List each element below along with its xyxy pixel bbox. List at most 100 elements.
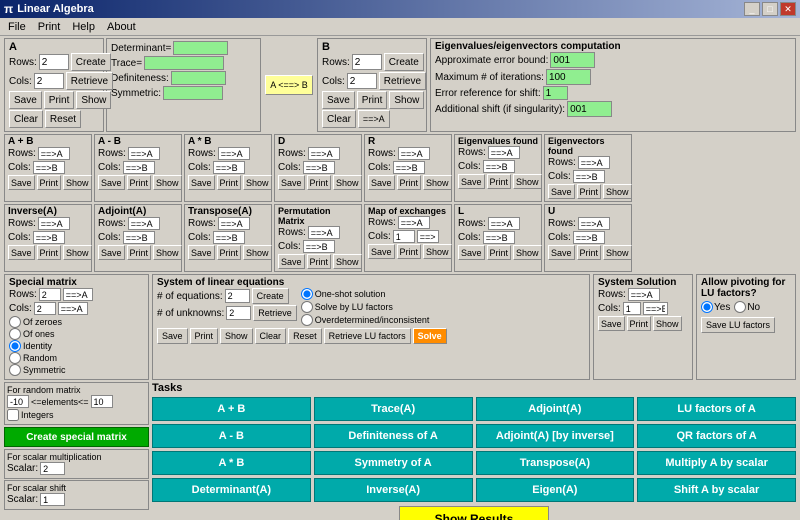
- print-eigvec[interactable]: Print: [577, 184, 602, 199]
- radio-identity[interactable]: [9, 340, 21, 352]
- minimize-button[interactable]: _: [744, 2, 760, 16]
- save-sys[interactable]: Save: [157, 328, 188, 344]
- task-symmetry[interactable]: Symmetry of A: [314, 451, 473, 475]
- eigvec-cols[interactable]: [573, 170, 605, 183]
- create-eq-button[interactable]: Create: [252, 288, 289, 304]
- save-sol[interactable]: Save: [598, 316, 625, 331]
- radio-symmetric-label[interactable]: Symmetric: [9, 364, 66, 376]
- d-cols[interactable]: [303, 161, 335, 174]
- radio-symmetric[interactable]: [9, 364, 21, 376]
- solve-button[interactable]: Solve: [413, 328, 447, 344]
- l-rows[interactable]: [488, 217, 520, 230]
- clear-b-button[interactable]: Clear: [322, 110, 356, 128]
- save-map[interactable]: Save: [368, 244, 395, 259]
- create-b-button[interactable]: Create: [384, 53, 424, 71]
- eigval-cols[interactable]: [483, 160, 515, 173]
- task-apb[interactable]: A + B: [152, 397, 311, 421]
- task-adjoint-inv[interactable]: Adjoint(A) [by inverse]: [476, 424, 635, 448]
- radio-zeroes[interactable]: [9, 316, 21, 328]
- task-atb[interactable]: A * B: [152, 451, 311, 475]
- print-sol[interactable]: Print: [627, 316, 652, 331]
- amb-rows[interactable]: [128, 147, 160, 160]
- radio-pivot-yes[interactable]: [701, 301, 713, 313]
- show-r[interactable]: Show: [423, 175, 452, 190]
- show-u[interactable]: Show: [603, 245, 632, 260]
- radio-pivot-no[interactable]: [734, 301, 746, 313]
- inverse-cols[interactable]: [33, 231, 65, 244]
- transpose-rows[interactable]: [218, 217, 250, 230]
- radio-identity-label[interactable]: Identity: [9, 340, 52, 352]
- print-sys[interactable]: Print: [190, 328, 219, 344]
- print-apb[interactable]: Print: [37, 175, 62, 190]
- sol-cols-val[interactable]: [623, 302, 641, 315]
- u-rows[interactable]: [578, 217, 610, 230]
- show-a-button[interactable]: Show: [76, 91, 111, 109]
- save-eigvec[interactable]: Save: [548, 184, 575, 199]
- map-rows[interactable]: [398, 216, 430, 229]
- radio-zeroes-label[interactable]: Of zeroes: [9, 316, 62, 328]
- special-cols-arrow[interactable]: [58, 302, 88, 315]
- trace-value[interactable]: [144, 56, 224, 70]
- l-cols[interactable]: [483, 231, 515, 244]
- print-perm[interactable]: Print: [307, 254, 332, 269]
- show-sys[interactable]: Show: [220, 328, 253, 344]
- save-amb[interactable]: Save: [98, 175, 125, 190]
- radio-ones-label[interactable]: Of ones: [9, 328, 55, 340]
- radio-no-label[interactable]: No: [734, 301, 760, 313]
- task-inverse[interactable]: Inverse(A): [314, 478, 473, 502]
- radio-lu-label[interactable]: Solve by LU factors: [301, 301, 430, 313]
- save-d[interactable]: Save: [278, 175, 305, 190]
- save-inv[interactable]: Save: [8, 245, 35, 260]
- print-atb[interactable]: Print: [217, 175, 242, 190]
- map-cols[interactable]: [417, 230, 439, 243]
- print-amb[interactable]: Print: [127, 175, 152, 190]
- task-trace[interactable]: Trace(A): [314, 397, 473, 421]
- print-adj[interactable]: Print: [127, 245, 152, 260]
- def-value[interactable]: [171, 71, 226, 85]
- task-shift-scalar[interactable]: Shift A by scalar: [637, 478, 796, 502]
- clear-sys[interactable]: Clear: [255, 328, 287, 344]
- show-adj[interactable]: Show: [153, 245, 182, 260]
- radio-lu[interactable]: [301, 301, 313, 313]
- err-bound-input[interactable]: [550, 52, 595, 68]
- show-amb[interactable]: Show: [153, 175, 182, 190]
- menu-about[interactable]: About: [101, 19, 142, 35]
- swap-ab-button[interactable]: A <==> B: [265, 75, 313, 95]
- save-apb[interactable]: Save: [8, 175, 35, 190]
- save-trans[interactable]: Save: [188, 245, 215, 260]
- task-lu[interactable]: LU factors of A: [637, 397, 796, 421]
- num-eq-input[interactable]: [225, 289, 250, 303]
- print-eigval[interactable]: Print: [487, 174, 512, 189]
- show-eigvec[interactable]: Show: [603, 184, 632, 199]
- sol-rows[interactable]: [628, 288, 660, 301]
- radio-oneshot-label[interactable]: One-shot solution: [301, 288, 430, 300]
- show-perm[interactable]: Show: [333, 254, 362, 269]
- task-multiply-scalar[interactable]: Multiply A by scalar: [637, 451, 796, 475]
- show-eigval[interactable]: Show: [513, 174, 542, 189]
- task-eigen[interactable]: Eigen(A): [476, 478, 635, 502]
- print-inv[interactable]: Print: [37, 245, 62, 260]
- print-b-button[interactable]: Print: [357, 91, 388, 109]
- reset-ba-button[interactable]: ==>A: [358, 110, 390, 128]
- range-min-input[interactable]: [7, 395, 29, 408]
- create-special-button[interactable]: Create special matrix: [4, 427, 149, 447]
- retrieve-eq-button[interactable]: Retrieve: [253, 305, 297, 321]
- special-rows[interactable]: [39, 288, 61, 301]
- task-adjoint[interactable]: Adjoint(A): [476, 397, 635, 421]
- radio-overdet[interactable]: [301, 314, 313, 326]
- eigvec-rows[interactable]: [578, 156, 610, 169]
- save-b-button[interactable]: Save: [322, 91, 355, 109]
- radio-overdet-label[interactable]: Overdetermined/inconsistent: [301, 314, 430, 326]
- save-perm[interactable]: Save: [278, 254, 305, 269]
- amb-cols[interactable]: [123, 161, 155, 174]
- maximize-button[interactable]: □: [762, 2, 778, 16]
- atb-rows[interactable]: [218, 147, 250, 160]
- retrieve-b-button[interactable]: Retrieve: [379, 72, 426, 90]
- cols-input-a[interactable]: [34, 73, 64, 89]
- eigval-rows[interactable]: [488, 146, 520, 159]
- scalar-shift-input[interactable]: [40, 493, 65, 506]
- cols-input-b[interactable]: [347, 73, 377, 89]
- atb-cols[interactable]: [213, 161, 245, 174]
- save-l[interactable]: Save: [458, 245, 485, 260]
- apb-rows[interactable]: [38, 147, 70, 160]
